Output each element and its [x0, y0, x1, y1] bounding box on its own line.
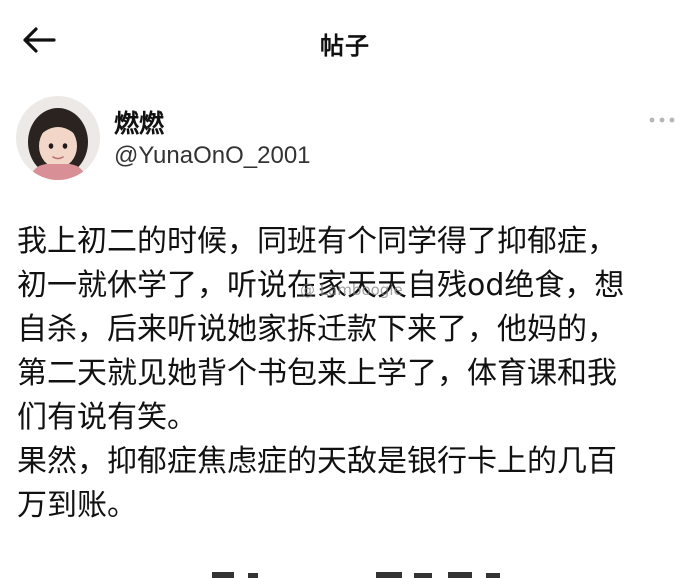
post-line: 们有说有笑。 [17, 400, 197, 435]
post-line: 万到账。 [17, 488, 137, 523]
cut-off-text-fragment [212, 572, 500, 578]
avatar[interactable] [16, 96, 100, 180]
post-line: 果然，抑郁症焦虑症的天敌是银行卡上的几百 [17, 444, 617, 479]
more-dots-icon [649, 117, 675, 123]
post-line: 自杀，后来听说她家拆迁款下来了，他妈的， [17, 312, 617, 347]
author-name[interactable]: 燃燃 [114, 104, 164, 140]
post-line: 第二天就见她背个书包来上学了，体育课和我 [17, 356, 617, 391]
author-handle[interactable]: @YunaOnO_2001 [114, 142, 311, 170]
avatar-photo [16, 96, 100, 180]
watermark-text: @ Lamboogie [300, 281, 403, 299]
more-options-button[interactable] [648, 112, 676, 126]
post-line: 我上初二的时候，同班有个同学得了抑郁症， [17, 224, 617, 259]
top-bar: 帖子 [0, 0, 690, 80]
post-text: 我上初二的时候，同班有个同学得了抑郁症， 初一就休学了，听说在家天天自残od绝食… [17, 220, 677, 528]
page-title: 帖子 [320, 32, 370, 60]
